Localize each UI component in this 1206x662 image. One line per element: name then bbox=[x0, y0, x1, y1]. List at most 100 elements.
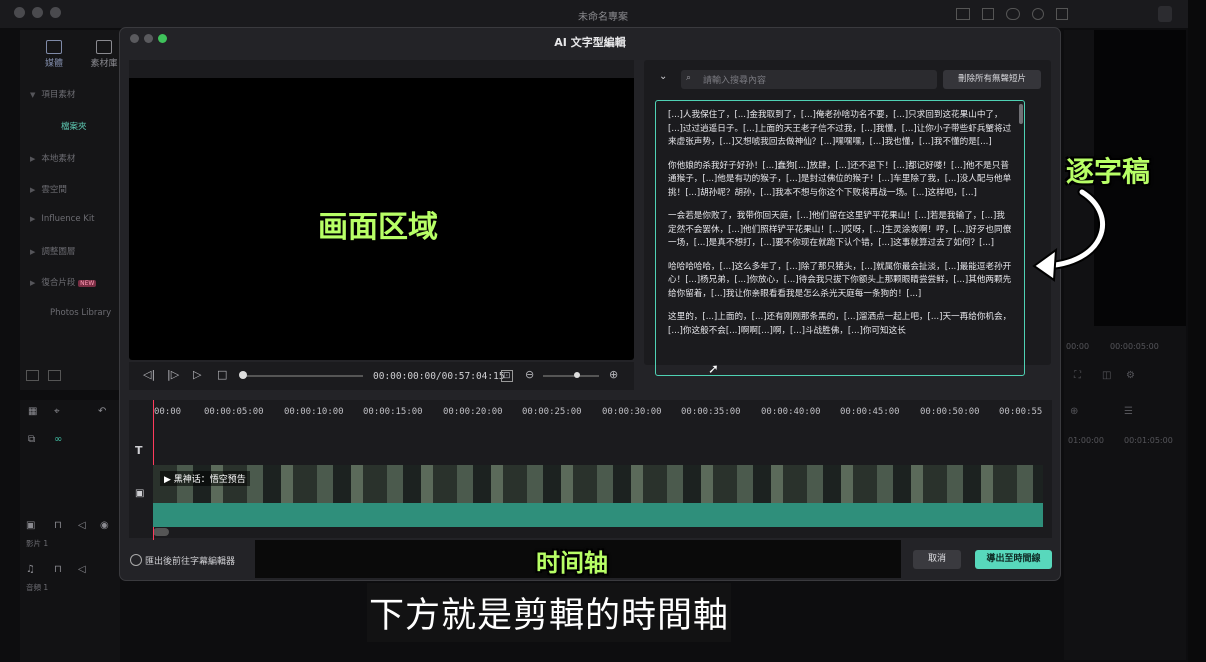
right-time-start: 00:00 bbox=[1066, 342, 1090, 351]
track-header-panel: ▦ ⌖ ↶ ⧉ ∞ ▣ ⊓ ◁ ◉ 影片 1 ♫ ⊓ ◁ 音頻 1 bbox=[20, 400, 120, 662]
undo-icon[interactable]: ↶ bbox=[98, 406, 106, 417]
account-icon[interactable] bbox=[1158, 6, 1172, 22]
window-edge bbox=[1188, 0, 1206, 662]
play-icon[interactable]: ▷ bbox=[193, 368, 201, 381]
transcript-pane: ⌄ ⌕ 刪除所有無聲短片 [...]人我保住了，[...]金我取到了，[...]… bbox=[644, 60, 1051, 376]
lock-icon[interactable]: ⊓ bbox=[54, 520, 62, 531]
search-box: ⌕ bbox=[681, 70, 937, 89]
sidebar-item-cloud[interactable]: ▶ 雲空間 bbox=[30, 183, 130, 195]
timeline-tick: 00:00:15:00 bbox=[363, 407, 423, 417]
new-badge: NEW bbox=[78, 280, 97, 287]
open-subtitle-editor-checkbox[interactable] bbox=[130, 554, 142, 566]
grid-icon[interactable] bbox=[1056, 8, 1068, 20]
transcript-paragraph[interactable]: [...]人我保住了，[...]金我取到了，[...]俺老孙啥功名不要，[...… bbox=[668, 109, 1012, 150]
timeline-tick: 00:00:25:00 bbox=[522, 407, 582, 417]
right-time-end: 00:00:05:00 bbox=[1110, 342, 1159, 351]
snapshot-icon[interactable]: ⊡ bbox=[501, 370, 513, 382]
transcript-paragraph[interactable]: 这里的，[...]上面的，[...]还有刚刚那条黑的，[...]溜洒点一起上吧，… bbox=[668, 311, 1012, 338]
timeline-tick: 00:00:40:00 bbox=[761, 407, 821, 417]
zoom-slider[interactable] bbox=[543, 375, 599, 377]
sidebar-item-influence[interactable]: ▶ Influence Kit bbox=[30, 214, 130, 224]
prev-frame-icon[interactable]: ◁| bbox=[143, 368, 155, 381]
audio-lock-icon[interactable]: ⊓ bbox=[54, 564, 62, 575]
track-name-video: 影片 1 bbox=[26, 539, 49, 548]
stock-icon bbox=[96, 40, 112, 54]
sidebar-item-compound[interactable]: ▶ 復合片段 NEW bbox=[30, 276, 130, 288]
app-title: 未命名專案 bbox=[578, 12, 628, 23]
snapshot-icon[interactable]: ◫ bbox=[1102, 370, 1111, 381]
arrow-icon bbox=[1032, 187, 1107, 282]
track-name-audio: 音頻 1 bbox=[26, 583, 49, 592]
transcript-paragraph[interactable]: 你他娘的杀我好子好孙！[...]蠢狗[...]放肆，[...]还不退下！[...… bbox=[668, 160, 1012, 201]
menu-icon[interactable]: ☰ bbox=[1124, 406, 1133, 417]
scrub-bar[interactable] bbox=[243, 375, 363, 377]
ai-text-edit-dialog: AI 文字型編輯 ◁| |▷ ▷ □ 00:00:00:00/00:57:04:… bbox=[120, 28, 1060, 580]
add-marker-icon[interactable]: ⊕ bbox=[1070, 406, 1078, 417]
annotation-timeline: 时间轴 bbox=[536, 549, 608, 577]
sidebar-item-project[interactable]: ▼ 項目素材 bbox=[30, 88, 130, 100]
select-tool-icon[interactable]: ⌖ bbox=[54, 406, 60, 417]
mute-icon[interactable]: ◁ bbox=[78, 520, 86, 531]
timeline-tick: 00:00:20:00 bbox=[443, 407, 503, 417]
link-icon[interactable]: ∞ bbox=[54, 434, 62, 445]
next-frame-icon[interactable]: |▷ bbox=[167, 368, 179, 381]
text-track-icon: T bbox=[135, 444, 143, 457]
time-readout: 00:00:00:00/00:57:04:15 bbox=[373, 371, 505, 382]
dialog-title: AI 文字型編輯 bbox=[554, 36, 626, 49]
cloud-icon[interactable] bbox=[1006, 8, 1020, 20]
timeline-tick: 00:00:05:00 bbox=[204, 407, 264, 417]
export-to-timeline-button[interactable]: 導出至時間線 bbox=[975, 550, 1052, 569]
layout-grid-icon[interactable]: ▦ bbox=[28, 406, 37, 417]
save-icon[interactable] bbox=[982, 8, 994, 20]
chevron-down-icon[interactable]: ⌄ bbox=[659, 71, 667, 82]
right-tick-1: 01:00:00 bbox=[1068, 436, 1104, 445]
tab-stock[interactable]: 素材庫 bbox=[84, 40, 124, 69]
clip-icon: ▶ bbox=[164, 475, 174, 485]
transcript-scrollbar[interactable] bbox=[1019, 104, 1023, 124]
video-clip[interactable] bbox=[153, 465, 1043, 503]
audio-track-icon: ♫ bbox=[26, 564, 35, 575]
support-icon[interactable] bbox=[1032, 8, 1044, 20]
video-track-icon: ▣ bbox=[26, 520, 36, 531]
search-icon: ⌕ bbox=[686, 73, 692, 83]
zoom-out-icon[interactable]: ⊖ bbox=[525, 368, 534, 381]
cancel-button[interactable]: 取消 bbox=[913, 550, 961, 569]
zoom-handle[interactable] bbox=[573, 372, 580, 378]
folder-icon[interactable] bbox=[48, 370, 61, 381]
audio-waveform[interactable] bbox=[153, 503, 1043, 527]
stop-icon[interactable]: □ bbox=[217, 368, 227, 381]
fullscreen-icon[interactable]: ⛶ bbox=[1074, 370, 1081, 381]
zoom-in-icon[interactable]: ⊕ bbox=[609, 368, 618, 381]
right-tick-2: 00:01:05:00 bbox=[1124, 436, 1173, 445]
search-input[interactable] bbox=[701, 72, 935, 89]
media-sidebar: 媒體 素材庫 ▼ 項目素材 檔案夾 ▶ 本地素材 ▶ 雲空間 ▶ Influence K… bbox=[20, 30, 120, 390]
tab-media[interactable]: 媒體 bbox=[34, 40, 74, 69]
clip-label: ▶ 黑神话：悟空预告 bbox=[160, 471, 250, 486]
timeline-tick: 00:00:35:00 bbox=[681, 407, 741, 417]
sidebar-item-local[interactable]: ▶ 本地素材 bbox=[30, 152, 130, 164]
annotation-transcript: 逐字稿 bbox=[1066, 155, 1151, 188]
media-icon bbox=[46, 40, 62, 54]
annotation-picture-area: 画面区域 bbox=[318, 210, 438, 245]
delete-silent-clips-button[interactable]: 刪除所有無聲短片 bbox=[943, 70, 1041, 89]
transcript-paragraph[interactable]: 一会若是你败了，我带你回天庭，[...]他们留在这里铲平花果山！[...]若是我… bbox=[668, 210, 1012, 251]
scrub-handle[interactable] bbox=[239, 371, 247, 379]
timeline-scrollbar[interactable] bbox=[153, 528, 169, 536]
eye-icon[interactable]: ◉ bbox=[100, 520, 109, 531]
right-panel: 00:00 00:00:05:00 ⛶ ◫ ⚙ ☰ ⊕ 01:00:00 00:… bbox=[1064, 30, 1186, 660]
timeline-tick: 00:00:45:00 bbox=[840, 407, 900, 417]
settings-icon[interactable]: ⚙ bbox=[1126, 370, 1135, 381]
transcript-paragraph[interactable]: 哈哈哈哈哈，[...]这么多年了，[...]除了那只猪头，[...]就属你最会扯… bbox=[668, 261, 1012, 302]
transcript-text[interactable]: [...]人我保住了，[...]金我取到了，[...]俺老孙啥功名不要，[...… bbox=[655, 100, 1025, 376]
player-controls: ◁| |▷ ▷ □ 00:00:00:00/00:57:04:15 ⊡ ⊖ ⊕ bbox=[129, 362, 634, 390]
add-track-icon[interactable]: ⧉ bbox=[28, 434, 35, 445]
video-subtitle: 下方就是剪輯的時間軸 bbox=[367, 583, 732, 642]
mouse-cursor-icon: ➚ bbox=[708, 362, 719, 377]
preview-header bbox=[129, 60, 634, 78]
timeline-tick: 00:00:10:00 bbox=[284, 407, 344, 417]
layout-icon[interactable] bbox=[956, 8, 970, 20]
timeline-tick: 00:00:55 bbox=[999, 407, 1043, 417]
audio-mute-icon[interactable]: ◁ bbox=[78, 564, 86, 575]
sidebar-item-adjust[interactable]: ▶ 調整圖層 bbox=[30, 245, 130, 257]
new-folder-icon[interactable] bbox=[26, 370, 39, 381]
